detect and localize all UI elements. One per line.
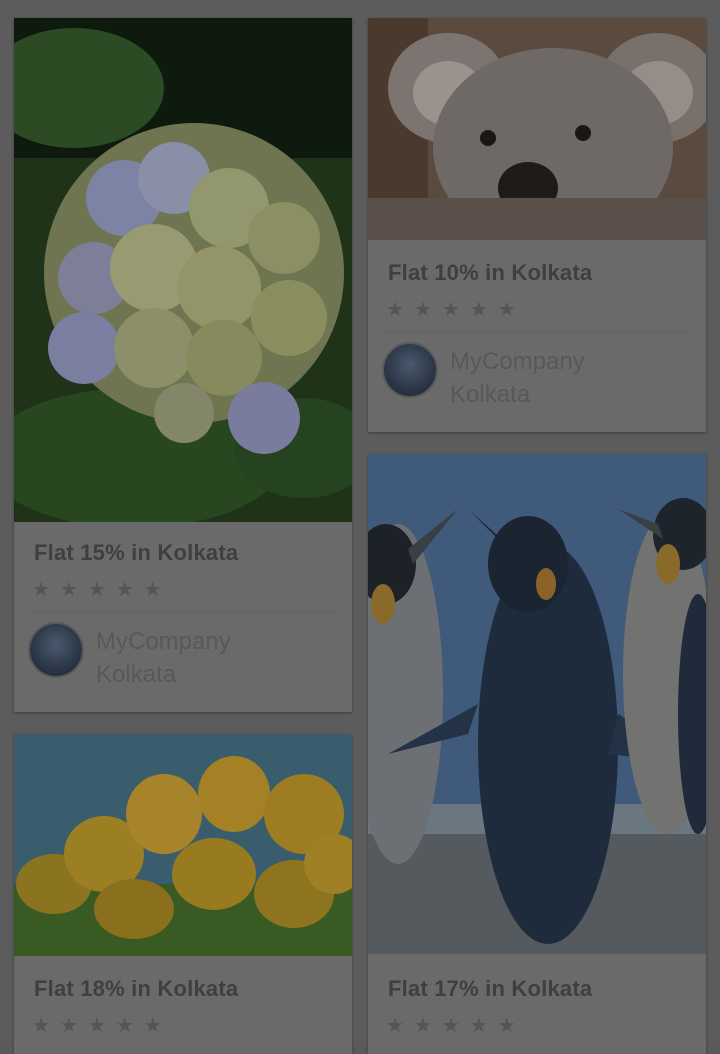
star-icon[interactable]: ★ <box>386 300 404 320</box>
offer-card-4[interactable]: Flat 17% in Kolkata ★ ★ ★ ★ ★ <box>368 454 706 1054</box>
star-icon[interactable]: ★ <box>116 580 134 600</box>
offer-card-3[interactable]: Flat 18% in Kolkata ★ ★ ★ ★ ★ <box>14 734 352 1054</box>
star-icon[interactable]: ★ <box>144 1016 162 1036</box>
company-city: Kolkata <box>450 381 531 408</box>
star-icon[interactable]: ★ <box>498 300 516 320</box>
offer-image-tulips <box>14 734 352 956</box>
star-icon[interactable]: ★ <box>442 1016 460 1036</box>
avatar[interactable] <box>382 342 438 398</box>
star-icon[interactable]: ★ <box>498 1016 516 1036</box>
offer-image-koala <box>368 18 706 240</box>
star-icon[interactable]: ★ <box>88 580 106 600</box>
avatar[interactable] <box>28 622 84 678</box>
star-icon[interactable]: ★ <box>442 300 460 320</box>
rating-stars[interactable]: ★ ★ ★ ★ ★ <box>32 1016 162 1036</box>
star-icon[interactable]: ★ <box>470 1016 488 1036</box>
offer-image-hydrangea <box>14 18 352 522</box>
divider <box>382 332 692 333</box>
offer-title: Flat 10% in Kolkata <box>388 260 593 285</box>
star-icon[interactable]: ★ <box>116 1016 134 1036</box>
offer-card-1[interactable]: Flat 15% in Kolkata ★ ★ ★ ★ ★ MyCompany … <box>14 18 352 712</box>
offer-grid: Flat 15% in Kolkata ★ ★ ★ ★ ★ MyCompany … <box>0 0 720 1054</box>
star-icon[interactable]: ★ <box>414 1016 432 1036</box>
rating-stars[interactable]: ★ ★ ★ ★ ★ <box>386 1016 516 1036</box>
offer-title: Flat 17% in Kolkata <box>388 976 593 1001</box>
star-icon[interactable]: ★ <box>470 300 488 320</box>
offer-title: Flat 18% in Kolkata <box>34 976 239 1001</box>
star-icon[interactable]: ★ <box>32 580 50 600</box>
rating-stars[interactable]: ★ ★ ★ ★ ★ <box>386 300 516 320</box>
offer-image-penguins <box>368 454 706 954</box>
star-icon[interactable]: ★ <box>32 1016 50 1036</box>
company-name[interactable]: MyCompany <box>96 628 231 656</box>
offer-title: Flat 15% in Kolkata <box>34 540 239 565</box>
star-icon[interactable]: ★ <box>414 300 432 320</box>
offer-card-2[interactable]: Flat 10% in Kolkata ★ ★ ★ ★ ★ MyCompany … <box>368 18 706 432</box>
company-name[interactable]: MyCompany <box>450 348 585 376</box>
star-icon[interactable]: ★ <box>144 580 162 600</box>
star-icon[interactable]: ★ <box>386 1016 404 1036</box>
company-city: Kolkata <box>96 661 177 688</box>
star-icon[interactable]: ★ <box>88 1016 106 1036</box>
star-icon[interactable]: ★ <box>60 1016 78 1036</box>
divider <box>28 612 338 613</box>
star-icon[interactable]: ★ <box>60 580 78 600</box>
rating-stars[interactable]: ★ ★ ★ ★ ★ <box>32 580 162 600</box>
